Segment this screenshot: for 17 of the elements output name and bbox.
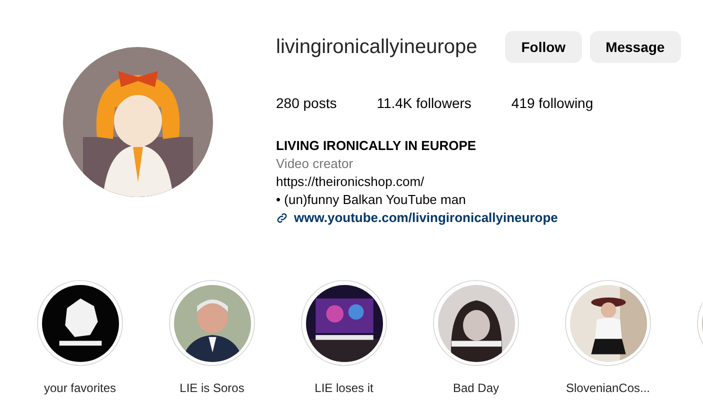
profile-stat[interactable]: 419 following — [511, 93, 594, 114]
website-link[interactable]: www.youtube.com/livingironicallyineurope — [276, 209, 558, 227]
profile-stat[interactable]: 11.4K followers — [376, 93, 472, 114]
highlight-label: LIE is Soros — [180, 380, 244, 397]
link-icon — [276, 212, 288, 224]
highlight-label: SlovenianCos... — [566, 380, 650, 397]
profile-stat[interactable]: 280 posts — [276, 93, 337, 114]
bio-text: https://theironicshop.com/ — [276, 173, 424, 191]
username: livingironicallyineurope — [276, 35, 478, 60]
highlight-label: your favorites — [44, 380, 116, 397]
category-label: Video creator — [276, 155, 354, 173]
bio-text: • (un)funny Balkan YouTube man — [276, 191, 466, 209]
highlight-label: LIE loses it — [314, 380, 374, 397]
highlight-label: Bad Day — [452, 380, 500, 397]
profile-button[interactable]: Follow — [505, 31, 582, 63]
display-name: LIVING IRONICALLY IN EUROPE — [276, 137, 476, 155]
profile-button[interactable]: Message — [590, 31, 681, 63]
